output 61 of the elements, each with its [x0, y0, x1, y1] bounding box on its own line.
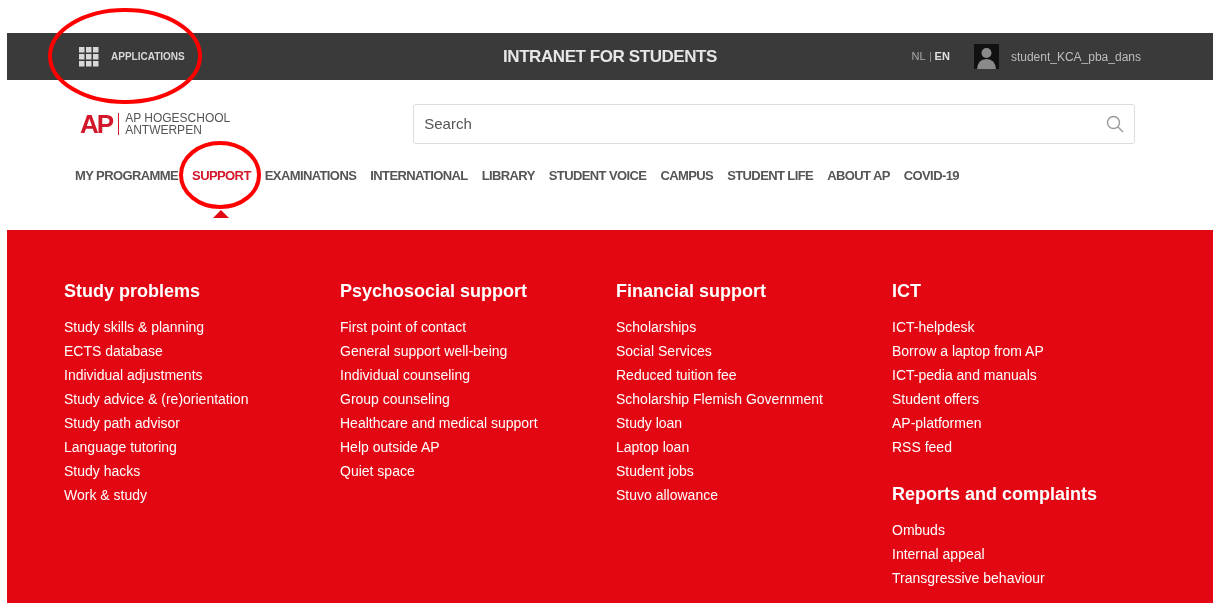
logo-text: ANTWERPEN — [125, 124, 203, 136]
menu-link[interactable]: First point of contact — [340, 315, 616, 339]
menu-link[interactable]: Individual counseling — [340, 363, 616, 387]
logo-mark: AP — [80, 111, 113, 137]
menu-link[interactable]: Ombuds — [892, 518, 1168, 542]
nav-tab[interactable]: CAMPUS — [660, 166, 714, 186]
nav-tab[interactable]: INTERNATIONAL — [370, 166, 468, 186]
menu-link[interactable]: Reduced tuition fee — [616, 363, 892, 387]
menu-link[interactable]: Student jobs — [616, 459, 892, 483]
menu-link[interactable]: Scholarship Flemish Government — [616, 387, 892, 411]
menu-link[interactable]: Quiet space — [340, 459, 616, 483]
menu-link[interactable]: Work & study — [64, 483, 340, 507]
applications-button[interactable]: APPLICATIONS — [79, 46, 185, 67]
menu-link[interactable]: Individual adjustments — [64, 363, 340, 387]
menu-link[interactable]: ECTS database — [64, 339, 340, 363]
nav-tab[interactable]: ABOUT AP — [827, 166, 890, 186]
username[interactable]: student_KCA_pba_dans — [1010, 47, 1141, 66]
menu-link[interactable]: Group counseling — [340, 387, 616, 411]
menu-link[interactable]: Stuvo allowance — [616, 483, 892, 507]
menu-link[interactable]: Study path advisor — [64, 411, 340, 435]
grid-icon — [79, 46, 99, 67]
logo-text: AP HOGESCHOOL — [125, 112, 231, 124]
nav-tab[interactable]: MY PROGRAMME — [75, 166, 179, 186]
menu-heading: Study problems — [64, 280, 202, 303]
nav-tab[interactable]: STUDENT VOICE — [548, 166, 647, 186]
nav-tab[interactable]: EXAMINATIONS — [264, 166, 357, 186]
search-icon[interactable] — [1106, 115, 1125, 133]
menu-heading: Financial support — [616, 280, 767, 303]
menu-heading: Psychosocial support — [340, 280, 529, 303]
logo[interactable]: AP AP HOGESCHOOL ANTWERPEN — [80, 111, 231, 137]
menu-link[interactable]: Transgressive behaviour — [892, 566, 1168, 590]
menu-link[interactable]: Study advice & (re)orientation — [64, 387, 340, 411]
site-title: INTRANET FOR STUDENTS — [503, 45, 717, 68]
menu-link[interactable]: ICT-pedia and manuals — [892, 363, 1168, 387]
menu-link[interactable]: Student offers — [892, 387, 1168, 411]
menu-heading: ICT — [892, 280, 922, 303]
menu-link[interactable]: Language tutoring — [64, 435, 340, 459]
menu-link[interactable]: Study skills & planning — [64, 315, 340, 339]
menu-link[interactable]: Laptop loan — [616, 435, 892, 459]
menu-link[interactable]: Healthcare and medical support — [340, 411, 616, 435]
menu-heading: Reports and complaints — [892, 483, 1099, 506]
menu-link[interactable]: Borrow a laptop from AP — [892, 339, 1168, 363]
search-field[interactable]: Search — [413, 104, 1136, 144]
language-link[interactable]: NL — [911, 48, 926, 65]
menu-link[interactable]: Help outside AP — [340, 435, 616, 459]
search-input[interactable]: Search — [424, 112, 1107, 136]
menu-link[interactable]: Scholarships — [616, 315, 892, 339]
nav-tab[interactable]: COVID-19 — [903, 166, 959, 186]
menu-link[interactable]: AP-platformen — [892, 411, 1168, 435]
nav-tab[interactable]: LIBRARY — [481, 166, 535, 186]
avatar-icon — [973, 44, 999, 69]
menu-link[interactable]: Social Services — [616, 339, 892, 363]
menu-link[interactable]: Study loan — [616, 411, 892, 435]
menu-link[interactable]: Study hacks — [64, 459, 340, 483]
language-link[interactable]: EN — [934, 48, 950, 65]
menu-link[interactable]: Internal appeal — [892, 542, 1168, 566]
menu-link[interactable]: General support well-being — [340, 339, 616, 363]
nav-tab[interactable]: STUDENT LIFE — [727, 166, 814, 186]
menu-link[interactable]: RSS feed — [892, 435, 1168, 459]
pointer-icon — [213, 210, 230, 218]
menu-link[interactable]: ICT-helpdesk — [892, 315, 1168, 339]
